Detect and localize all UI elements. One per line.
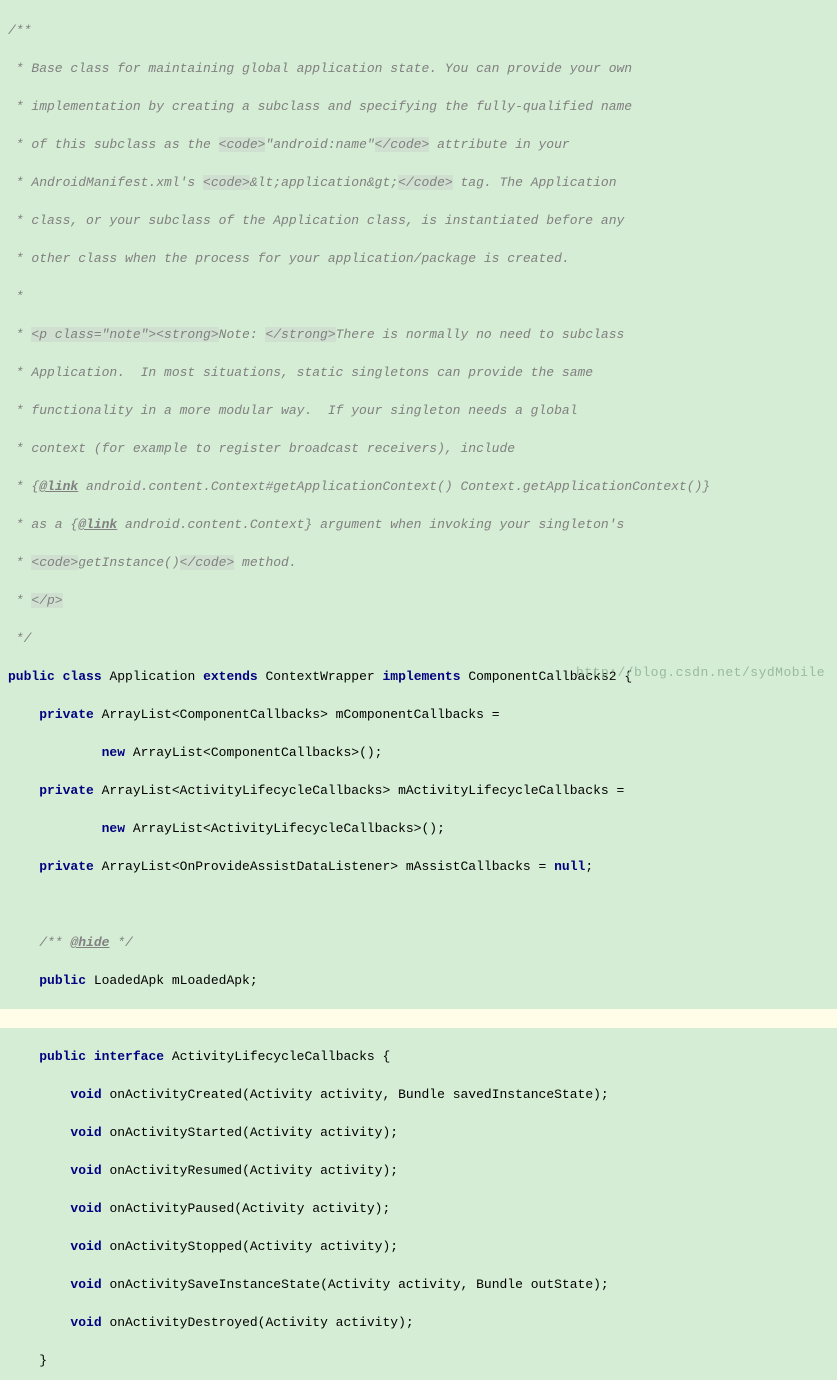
javadoc-line: * class, or your subclass of the Applica… [8,213,624,228]
method-declaration: void onActivityResumed(Activity activity… [8,1161,829,1180]
javadoc-line: * {@link android.content.Context#getAppl… [8,479,710,494]
javadoc-line: * Base class for maintaining global appl… [8,61,632,76]
method-declaration: void onActivityDestroyed(Activity activi… [8,1313,829,1332]
javadoc-line: /** [8,23,31,38]
interface-declaration: public interface ActivityLifecycleCallba… [8,1047,829,1066]
method-declaration: void onActivityStarted(Activity activity… [8,1123,829,1142]
method-declaration: void onActivityStopped(Activity activity… [8,1237,829,1256]
close-brace: } [8,1351,829,1370]
javadoc-link: @hide [70,935,109,950]
field-declaration: public LoadedApk mLoadedApk; [8,971,829,990]
javadoc-line: * Application. In most situations, stati… [8,365,593,380]
javadoc-link: @link [78,517,117,532]
empty-line-highlight [0,1009,837,1028]
field-declaration: private ArrayList<OnProvideAssistDataLis… [8,857,829,876]
method-declaration: void onActivityCreated(Activity activity… [8,1085,829,1104]
javadoc-line: * as a {@link android.content.Context} a… [8,517,624,532]
javadoc-line: * implementation by creating a subclass … [8,99,632,114]
method-declaration: void onActivitySaveInstanceState(Activit… [8,1275,829,1294]
field-declaration: new ArrayList<ComponentCallbacks>(); [8,743,829,762]
javadoc-line: * of this subclass as the <code>"android… [8,137,570,152]
code-editor[interactable]: /** * Base class for maintaining global … [0,0,837,1380]
javadoc-line: * context (for example to register broad… [8,441,515,456]
javadoc-line: * <p class="note"><strong>Note: </strong… [8,327,624,342]
field-declaration: private ArrayList<ComponentCallbacks> mC… [8,705,829,724]
method-declaration: void onActivityPaused(Activity activity)… [8,1199,829,1218]
watermark-text: http://blog.csdn.net/sydMobile [576,663,825,682]
field-declaration: new ArrayList<ActivityLifecycleCallbacks… [8,819,829,838]
javadoc-line: */ [8,631,31,646]
javadoc-line: * functionality in a more modular way. I… [8,403,578,418]
javadoc-line: * AndroidManifest.xml's <code>&lt;applic… [8,175,617,190]
javadoc-line: * other class when the process for your … [8,251,570,266]
javadoc-hide: /** @hide */ [8,935,133,950]
javadoc-line: * <code>getInstance()</code> method. [8,555,297,570]
javadoc-line: * [8,289,24,304]
javadoc-line: * </p> [8,593,63,608]
javadoc-link: @link [39,479,78,494]
field-declaration: private ArrayList<ActivityLifecycleCallb… [8,781,829,800]
